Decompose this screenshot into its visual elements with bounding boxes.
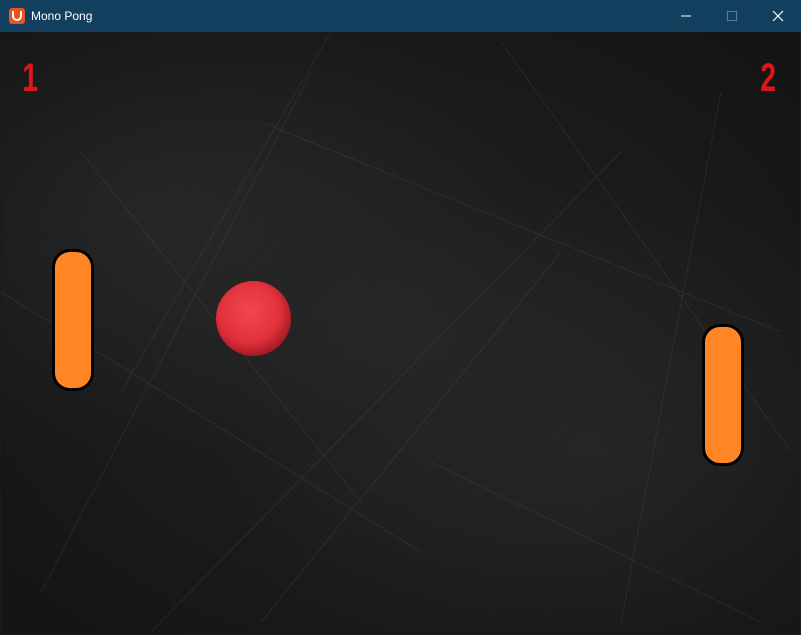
right-paddle (702, 324, 744, 466)
monogame-logo-icon (9, 8, 25, 24)
window-controls (663, 0, 801, 32)
game-window: Mono Pong 1 2 (0, 0, 801, 635)
minimize-icon (681, 15, 691, 17)
title-bar[interactable]: Mono Pong (0, 0, 801, 32)
left-paddle (52, 249, 94, 391)
background-texture (1, 32, 792, 633)
player-one-score: 1 (22, 56, 38, 100)
maximize-button[interactable] (709, 0, 755, 32)
close-icon (772, 10, 784, 22)
minimize-button[interactable] (663, 0, 709, 32)
player-two-score: 2 (760, 56, 776, 100)
ball (216, 281, 291, 356)
game-canvas[interactable]: 1 2 (1, 32, 800, 634)
close-button[interactable] (755, 0, 801, 32)
window-title: Mono Pong (31, 9, 93, 23)
maximize-icon (727, 11, 737, 21)
